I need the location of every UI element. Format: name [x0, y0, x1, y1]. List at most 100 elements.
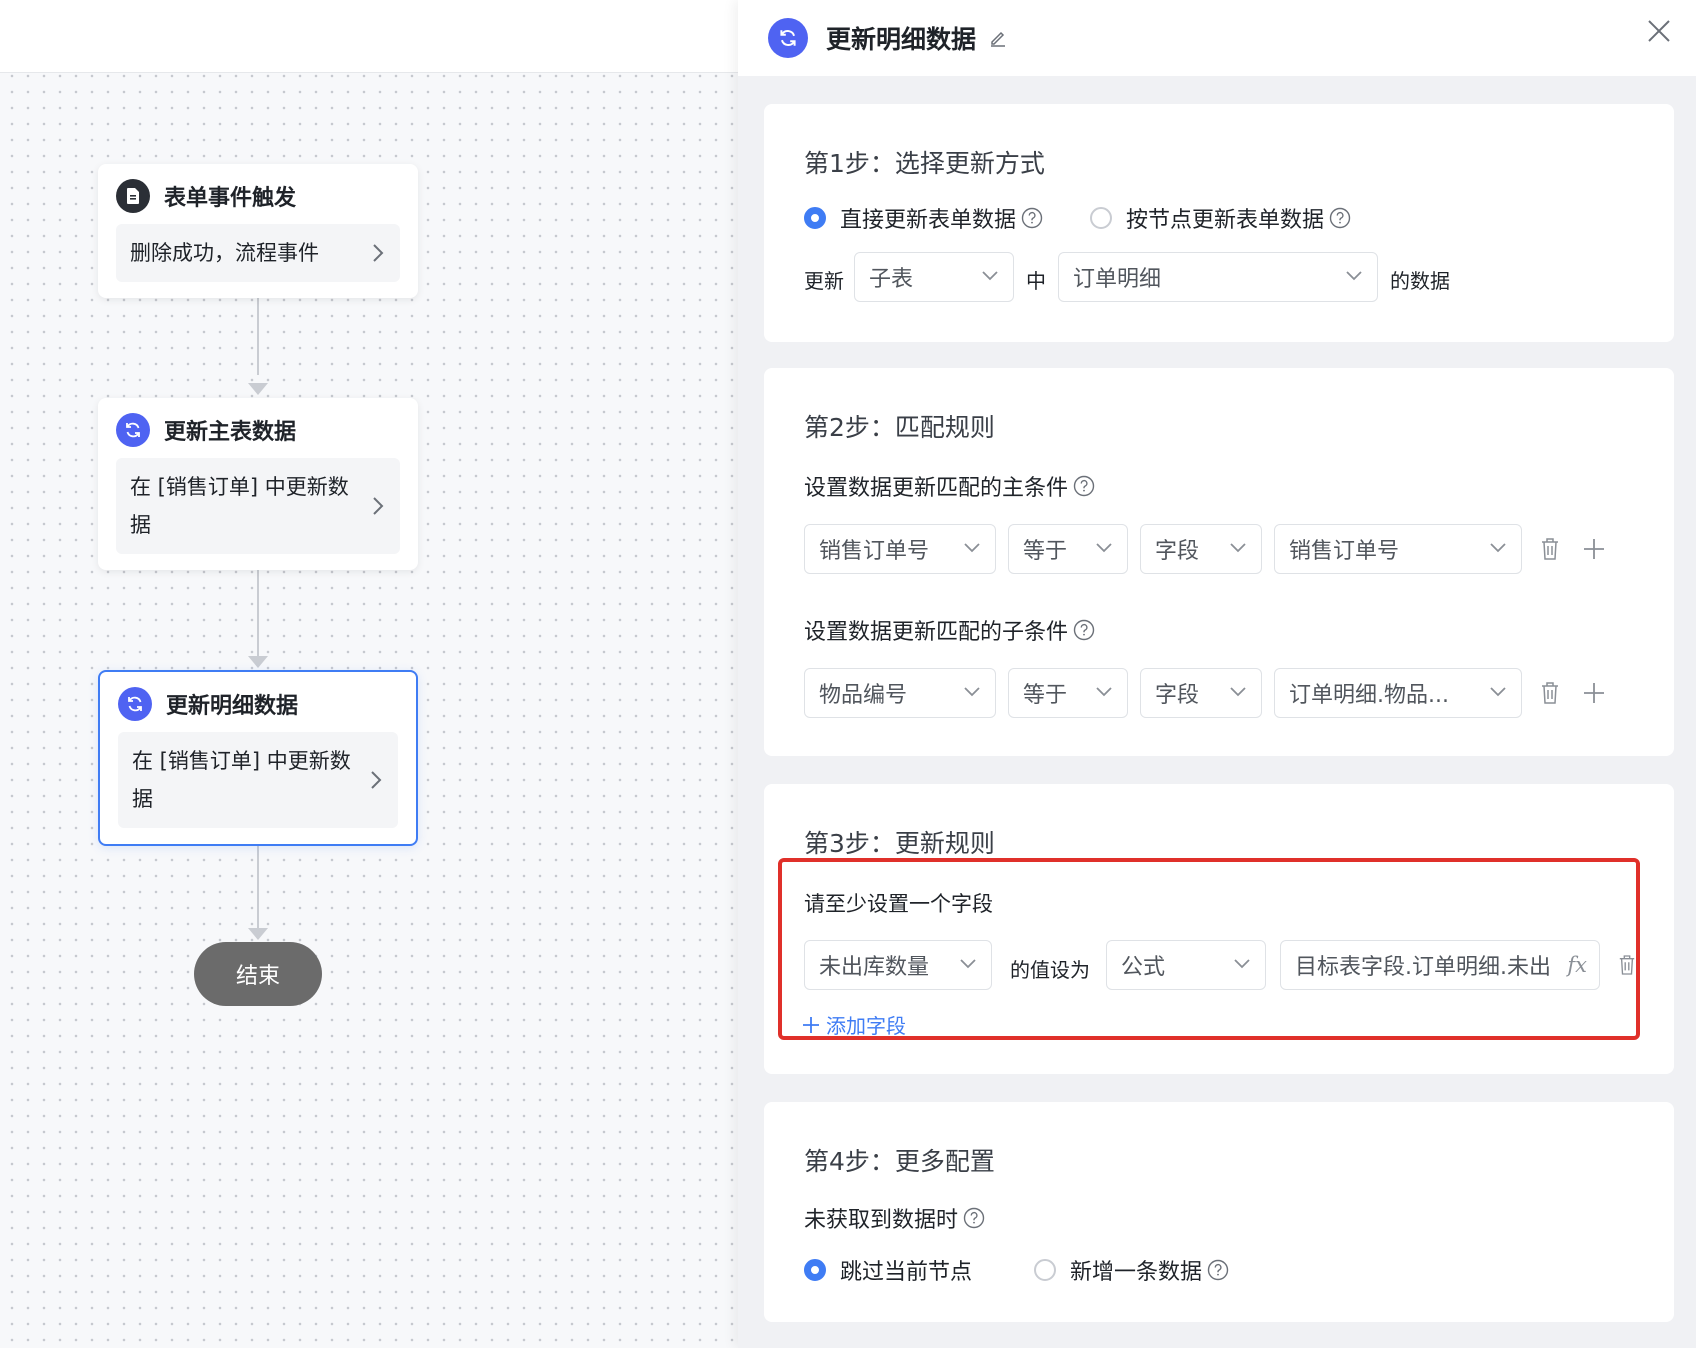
node-summary[interactable]: 删除成功，流程事件 — [116, 224, 400, 282]
table-type-select[interactable]: 子表 — [854, 252, 1014, 302]
node-summary-text: 删除成功，流程事件 — [130, 241, 319, 265]
node-summary-text: 在 [销售订单] 中更新数据 — [130, 475, 349, 537]
connector-arrow — [248, 928, 268, 940]
radio-add-record[interactable] — [1034, 1259, 1056, 1281]
select-value: 销售订单号 — [1289, 539, 1400, 564]
label-text: 未获取到数据时 — [804, 1208, 959, 1233]
trash-icon[interactable] — [1540, 537, 1560, 561]
connector-line — [257, 568, 259, 658]
flow-node-trigger[interactable]: 表单事件触发 删除成功，流程事件 — [98, 164, 418, 298]
chevron-right-icon — [371, 771, 382, 789]
chevron-down-icon — [1490, 543, 1506, 553]
plus-icon[interactable] — [1582, 681, 1606, 705]
sub-condition-label: 设置数据更新匹配的子条件 — [804, 614, 1095, 646]
help-icon[interactable] — [963, 1207, 985, 1229]
sub-operator-select[interactable]: 等于 — [1008, 668, 1128, 718]
flow-node-update-main[interactable]: 更新主表数据 在 [销售订单] 中更新数据 — [98, 398, 418, 570]
update-label: 更新 — [804, 269, 844, 293]
subtable-select[interactable]: 订单明细 — [1058, 252, 1378, 302]
radio-direct-update-label[interactable]: 直接更新表单数据 — [840, 202, 1043, 234]
select-value: 子表 — [869, 267, 914, 292]
canvas-toolbar — [0, 0, 738, 73]
help-icon[interactable] — [1073, 619, 1095, 641]
add-field-label: 添加字段 — [826, 1014, 906, 1038]
sync-icon — [118, 687, 152, 721]
chevron-right-icon — [373, 244, 384, 262]
help-icon[interactable] — [1073, 475, 1095, 497]
radio-label-text: 按节点更新表单数据 — [1126, 208, 1325, 233]
flow-end-node[interactable]: 结束 — [194, 942, 322, 1006]
node-summary[interactable]: 在 [销售订单] 中更新数据 — [118, 732, 398, 828]
chevron-down-icon — [1230, 543, 1246, 553]
radio-direct-update[interactable] — [804, 207, 826, 229]
data-suffix-label: 的数据 — [1390, 269, 1450, 293]
node-title: 更新主表数据 — [164, 420, 297, 445]
chevron-down-icon — [964, 543, 980, 553]
plus-icon — [803, 1016, 819, 1033]
trash-icon[interactable] — [1540, 681, 1560, 705]
main-operator-select[interactable]: 等于 — [1008, 524, 1128, 574]
step4-title: 第4步：更多配置 — [804, 1147, 995, 1176]
radio-skip-node-label[interactable]: 跳过当前节点 — [840, 1254, 972, 1286]
panel-title: 更新明细数据 — [826, 25, 977, 54]
radio-skip-node[interactable] — [804, 1259, 826, 1281]
label-text: 设置数据更新匹配的子条件 — [804, 620, 1069, 645]
chevron-down-icon — [1346, 271, 1362, 281]
help-icon[interactable] — [1207, 1259, 1229, 1281]
connector-arrow — [248, 656, 268, 668]
label-text: 设置数据更新匹配的主条件 — [804, 476, 1069, 501]
panel-header: 更新明细数据 — [738, 0, 1696, 76]
radio-node-update-label[interactable]: 按节点更新表单数据 — [1126, 202, 1351, 234]
step1-card: 第1步：选择更新方式 直接更新表单数据 按节点更新表单数据 更新 子表 中 订单… — [764, 104, 1674, 342]
sub-value-type-select[interactable]: 字段 — [1140, 668, 1262, 718]
close-icon[interactable] — [1646, 18, 1672, 44]
main-field-select[interactable]: 销售订单号 — [804, 524, 996, 574]
select-value: 物品编号 — [819, 683, 908, 708]
radio-node-update[interactable] — [1090, 207, 1112, 229]
help-icon[interactable] — [1329, 207, 1351, 229]
radio-add-record-label[interactable]: 新增一条数据 — [1070, 1254, 1229, 1286]
edit-icon[interactable] — [988, 28, 1008, 48]
node-summary[interactable]: 在 [销售订单] 中更新数据 — [116, 458, 400, 554]
add-field-link[interactable]: 添加字段 — [802, 1010, 906, 1039]
chevron-down-icon — [1490, 687, 1506, 697]
select-value: 销售订单号 — [819, 539, 930, 564]
highlight-box — [778, 858, 1640, 1040]
radio-label-text: 新增一条数据 — [1070, 1260, 1203, 1285]
select-value: 订单明细.物品... — [1289, 683, 1449, 708]
sub-value-select[interactable]: 订单明细.物品... — [1274, 668, 1522, 718]
flow-node-update-detail[interactable]: 更新明细数据 在 [销售订单] 中更新数据 — [98, 670, 418, 846]
radio-label-text: 直接更新表单数据 — [840, 208, 1017, 233]
main-condition-label: 设置数据更新匹配的主条件 — [804, 470, 1095, 502]
select-value: 等于 — [1023, 683, 1068, 708]
plus-icon[interactable] — [1582, 537, 1606, 561]
step2-card: 第2步：匹配规则 设置数据更新匹配的主条件 销售订单号 等于 字段 销售订单号 … — [764, 368, 1674, 756]
chevron-down-icon — [982, 271, 998, 281]
select-value: 字段 — [1155, 683, 1200, 708]
sync-icon — [768, 18, 808, 58]
in-label: 中 — [1026, 269, 1046, 293]
chevron-down-icon — [964, 687, 980, 697]
no-data-label: 未获取到数据时 — [804, 1202, 985, 1234]
connector-line — [257, 295, 259, 375]
main-value-select[interactable]: 销售订单号 — [1274, 524, 1522, 574]
select-value: 等于 — [1023, 539, 1068, 564]
node-summary-text: 在 [销售订单] 中更新数据 — [132, 749, 351, 811]
sub-field-select[interactable]: 物品编号 — [804, 668, 996, 718]
help-icon[interactable] — [1021, 207, 1043, 229]
select-value: 字段 — [1155, 539, 1200, 564]
step2-title: 第2步：匹配规则 — [804, 413, 995, 442]
config-panel: 更新明细数据 第1步：选择更新方式 直接更新表单数据 按节点更新表单数据 更新 … — [738, 0, 1696, 1348]
form-doc-icon — [116, 179, 150, 213]
chevron-down-icon — [1096, 687, 1112, 697]
node-title: 更新明细数据 — [166, 694, 299, 719]
chevron-down-icon — [1096, 543, 1112, 553]
select-value: 订单明细 — [1073, 267, 1162, 292]
sync-icon — [116, 413, 150, 447]
chevron-right-icon — [373, 497, 384, 515]
step3-title: 第3步：更新规则 — [804, 829, 995, 858]
main-value-type-select[interactable]: 字段 — [1140, 524, 1262, 574]
node-title: 表单事件触发 — [164, 186, 297, 211]
step1-title: 第1步：选择更新方式 — [804, 149, 1045, 178]
step4-card: 第4步：更多配置 未获取到数据时 跳过当前节点 新增一条数据 — [764, 1102, 1674, 1322]
